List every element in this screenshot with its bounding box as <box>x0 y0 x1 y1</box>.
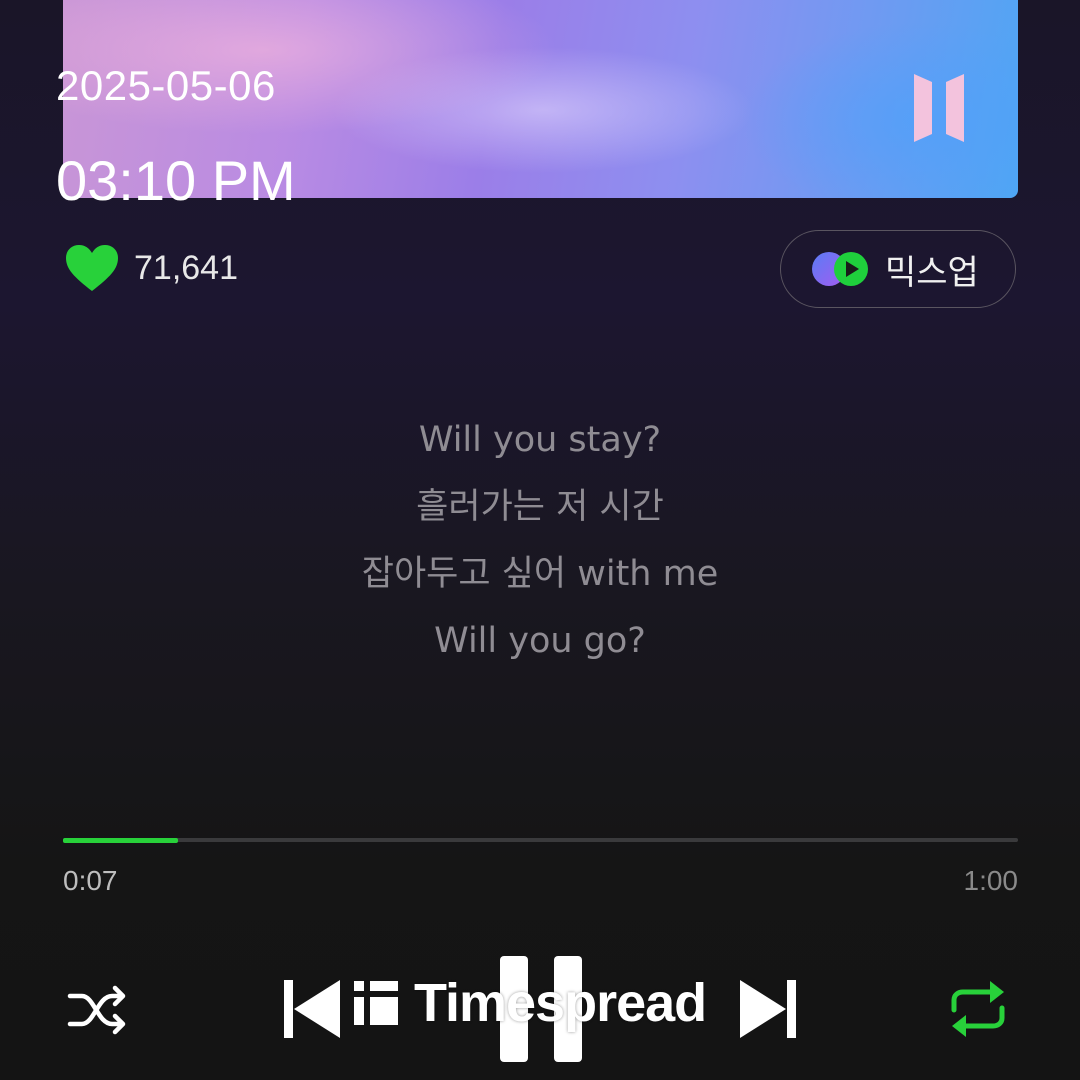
skip-previous-icon[interactable] <box>282 978 342 1040</box>
bts-logo-icon <box>914 74 964 142</box>
mixup-label: 믹스업 <box>885 252 979 293</box>
watermark: Timespread <box>354 972 707 1034</box>
heart-icon[interactable] <box>64 243 120 293</box>
lyric-line: Will you stay? <box>418 420 662 460</box>
lyrics-panel[interactable]: Will you stay? 흘러가는 저 시간 잡아두고 싶어 with me… <box>0 414 1080 682</box>
lyric-line: Will you go? <box>434 621 646 661</box>
like-row[interactable]: 71,641 <box>64 243 238 293</box>
time-label: 03:10 PM <box>56 149 296 212</box>
timespread-logo-icon <box>354 981 398 1025</box>
like-count: 71,641 <box>134 248 238 287</box>
progress-bar[interactable] <box>63 838 1018 843</box>
lyric-line: 잡아두고 싶어 with me <box>361 554 719 594</box>
elapsed-time: 0:07 <box>63 865 118 896</box>
shuffle-icon[interactable] <box>66 984 130 1036</box>
lyric-line: 흘러가는 저 시간 <box>416 487 664 527</box>
mixup-icon <box>812 252 868 286</box>
date-label: 2025-05-06 <box>56 62 276 109</box>
repeat-icon[interactable] <box>946 978 1010 1040</box>
mixup-button[interactable]: 믹스업 <box>780 230 1016 308</box>
skip-next-icon[interactable] <box>738 978 798 1040</box>
total-duration: 1:00 <box>963 865 1019 896</box>
watermark-text: Timespread <box>414 973 707 1033</box>
progress-fill <box>63 838 178 843</box>
